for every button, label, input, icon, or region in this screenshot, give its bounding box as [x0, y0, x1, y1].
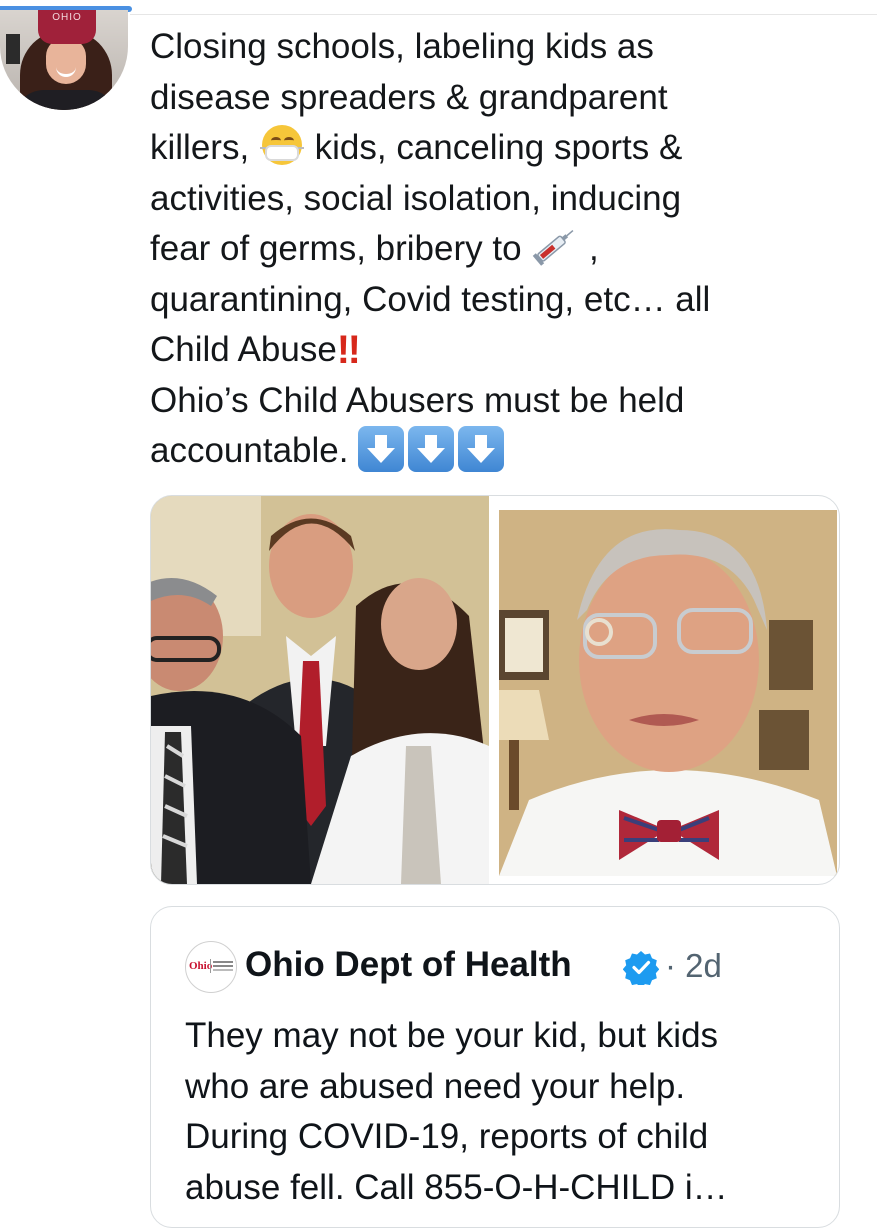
quoted-author-name[interactable]: Ohio Dept of Health [245, 945, 572, 985]
avatar-hat-text: OHIO [52, 12, 82, 23]
loading-progress-bar [0, 6, 877, 14]
background-detail [6, 34, 20, 64]
divider [130, 14, 877, 15]
logo-divider [210, 959, 211, 973]
quoted-timestamp[interactable]: · 2d [665, 947, 722, 985]
tweet-line: disease spreaders & grandparent [150, 77, 668, 117]
down-arrow-icon [358, 426, 405, 472]
quoted-author-avatar[interactable]: Ohio [185, 941, 237, 993]
ohio-logo: Ohio [189, 960, 213, 972]
tweet-line: activities, social isolation, inducing [150, 178, 682, 218]
face-with-medical-mask-icon [259, 125, 305, 165]
tweet-line: Ohio’s Child Abusers must be held [150, 380, 685, 420]
down-arrow-icon [458, 426, 505, 472]
avatar-coat [14, 90, 118, 110]
quoted-text-line: They may not be your kid, but kids [185, 1016, 719, 1055]
author-avatar[interactable]: OHIO [0, 10, 128, 110]
tweet-line: kids, canceling sports & [314, 128, 683, 167]
down-arrow-icon [408, 426, 455, 472]
tweet-line: , [589, 229, 599, 268]
quoted-text-line: who are abused need your help. [185, 1066, 686, 1106]
tweet-line: accountable. [150, 431, 349, 470]
separator-dot: · [665, 947, 676, 984]
tweet-line: Child Abuse [150, 330, 337, 369]
tweet-text: Closing schools, labeling kids as diseas… [150, 22, 850, 477]
officials-photo-illustration [151, 496, 489, 884]
tweet-line: fear of germs, bribery to [150, 229, 522, 268]
avatar-face [46, 38, 86, 84]
syringe-icon [531, 224, 579, 266]
quoted-tweet[interactable]: Ohio Ohio Dept of Health · 2d They may n… [150, 906, 840, 1228]
tweet-line: quarantining, Covid testing, etc… all [150, 279, 711, 319]
tweet-line: Closing schools, labeling kids as [150, 27, 654, 66]
logo-subtext [213, 961, 233, 963]
quoted-text-line: abuse fell. Call 855-O-H-CHILD i… [185, 1167, 728, 1207]
verified-badge-icon [623, 951, 659, 985]
relative-time: 2d [685, 947, 722, 984]
tweet-media[interactable] [150, 495, 840, 885]
media-photo-left[interactable] [151, 496, 489, 884]
tweet-line: killers, [150, 128, 250, 167]
double-exclamation-icon: ‼ [336, 328, 361, 372]
media-photo-right[interactable] [499, 510, 837, 876]
quoted-text-line: During COVID-19, reports of child [185, 1117, 709, 1156]
quoted-tweet-text: They may not be your kid, but kids who a… [185, 1011, 825, 1213]
doctor-photo-illustration [499, 510, 837, 876]
